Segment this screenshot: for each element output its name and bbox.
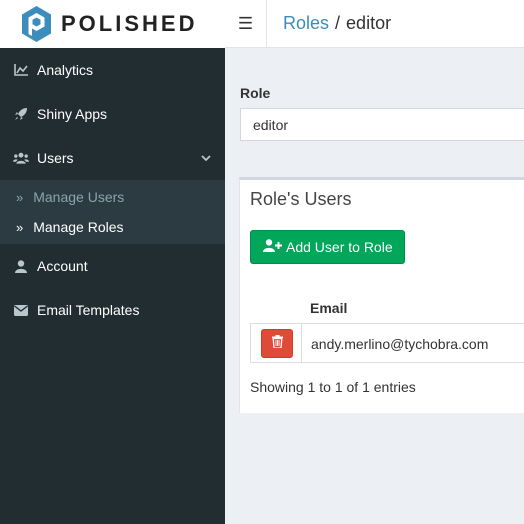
rocket-icon xyxy=(13,107,29,121)
double-chevron-icon: » xyxy=(16,219,23,235)
users-submenu: » Manage Users » Manage Roles xyxy=(0,180,225,244)
breadcrumb: Roles / editor xyxy=(283,13,391,34)
column-header-email[interactable]: Email xyxy=(310,300,347,316)
trash-icon xyxy=(271,334,283,353)
user-plus-icon xyxy=(263,239,282,255)
add-user-to-role-button[interactable]: Add User to Role xyxy=(250,230,405,264)
sidebar-item-analytics[interactable]: Analytics xyxy=(0,48,225,92)
role-label: Role xyxy=(240,85,271,101)
breadcrumb-separator: / xyxy=(335,13,341,33)
sidebar-item-shiny-apps[interactable]: Shiny Apps xyxy=(0,92,225,136)
role-select[interactable]: editor xyxy=(240,108,524,141)
email-cell: andy.merlino@tychobra.com xyxy=(311,336,489,352)
main-content: Role editor Role's Users Add User to Rol… xyxy=(225,49,524,524)
sidebar-item-account[interactable]: Account xyxy=(0,244,225,288)
hamburger-icon: ☰ xyxy=(237,13,254,33)
breadcrumb-link-roles[interactable]: Roles xyxy=(283,13,329,34)
chevron-down-icon xyxy=(201,149,211,165)
role-users-box: Role's Users Add User to Role Email andy… xyxy=(239,177,524,413)
delete-user-button[interactable] xyxy=(261,329,293,358)
logo-text: POLISHED xyxy=(61,11,198,36)
add-user-button-label: Add User to Role xyxy=(286,239,393,255)
double-chevron-icon: » xyxy=(16,189,23,205)
polished-logo-icon xyxy=(20,5,53,43)
sidebar-item-label: Analytics xyxy=(37,62,94,78)
logo-area: POLISHED xyxy=(0,0,225,48)
sidebar-subitem-label: Manage Users xyxy=(33,189,125,205)
sidebar-item-label: Shiny Apps xyxy=(37,106,108,122)
envelope-icon xyxy=(13,304,29,316)
sidebar-item-manage-roles[interactable]: » Manage Roles xyxy=(0,212,225,242)
top-navbar: ☰ Roles / editor xyxy=(225,0,524,48)
table-info-text: Showing 1 to 1 of 1 entries xyxy=(250,379,416,395)
sidebar-toggle-button[interactable]: ☰ xyxy=(225,0,267,48)
sidebar-item-label: Users xyxy=(37,150,74,166)
sidebar: Analytics Shiny Apps Users » Manage User… xyxy=(0,48,225,524)
cell-divider xyxy=(301,324,302,362)
breadcrumb-current: editor xyxy=(346,13,392,33)
sidebar-item-manage-users[interactable]: » Manage Users xyxy=(0,182,225,212)
table-row: andy.merlino@tychobra.com xyxy=(250,323,524,363)
sidebar-subitem-label: Manage Roles xyxy=(33,219,124,235)
box-title: Role's Users xyxy=(250,189,352,209)
sidebar-item-email-templates[interactable]: Email Templates xyxy=(0,288,225,332)
sidebar-item-label: Account xyxy=(37,258,88,274)
chart-icon xyxy=(13,64,29,76)
users-icon xyxy=(13,152,29,164)
sidebar-item-users[interactable]: Users xyxy=(0,136,225,180)
user-icon xyxy=(13,259,29,273)
sidebar-item-label: Email Templates xyxy=(37,302,140,318)
